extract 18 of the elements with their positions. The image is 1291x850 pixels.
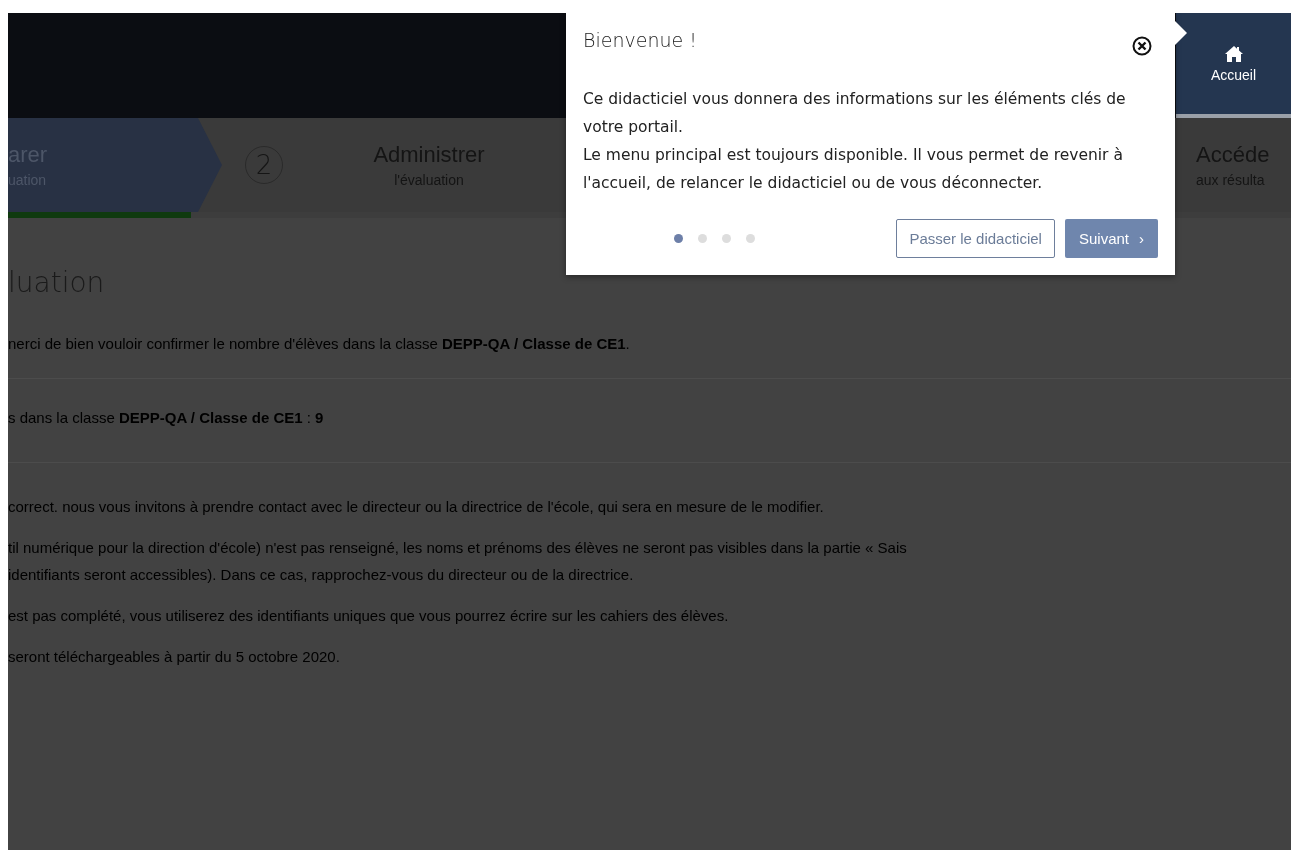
home-icon [1223,44,1244,63]
step-dot[interactable] [674,234,683,243]
step-dot[interactable] [722,234,731,243]
info-text: s dans la classe DEPP-QA / Classe de CE1 : 9 [8,409,324,426]
next-button[interactable]: Suivant › [1064,219,1158,258]
paragraph: til numérique pour la direction d'école) n'est pas renseigné, les noms et prénoms des élèves ne seront pas visibles dans la partie « Sais identifiants seront accessibles). Dans ce cas, rapprochez-vous du directeur ou de la directrice. [8,538,908,585]
home-tab[interactable]: Accueil [1176,13,1291,118]
step-dot[interactable] [698,234,707,243]
info-text: nerci de bien vouloir confirmer le nombre d'élèves dans la classe DEPP-QA / Classe de CE1. [8,335,630,352]
step-dot[interactable] [746,234,755,243]
popup-text: Le menu principal est toujours disponible. Il vous permet de revenir à l'accueil, de relancer le didacticiel ou de vous déconnecter. [583,145,1124,194]
popup-title: Bienvenue ! [583,29,697,51]
skip-button[interactable]: Passer le didacticiel [896,219,1055,258]
paragraph: est pas complété, vous utiliserez des identifiants uniques que vous pourrez écrire sur les cahiers des élèves. [8,606,730,626]
close-icon[interactable] [1132,36,1152,56]
paragraph: seront téléchargeables à partir du 5 octobre 2020. [8,647,341,667]
popup-text: Ce didacticiel vous donnera des informations sur les éléments clés de votre portail. [583,89,1127,138]
paragraph: correct. nous vous invitons à prendre contact avec le directeur ou la directrice de l'école, qui sera en mesure de le modifier. [8,497,825,517]
